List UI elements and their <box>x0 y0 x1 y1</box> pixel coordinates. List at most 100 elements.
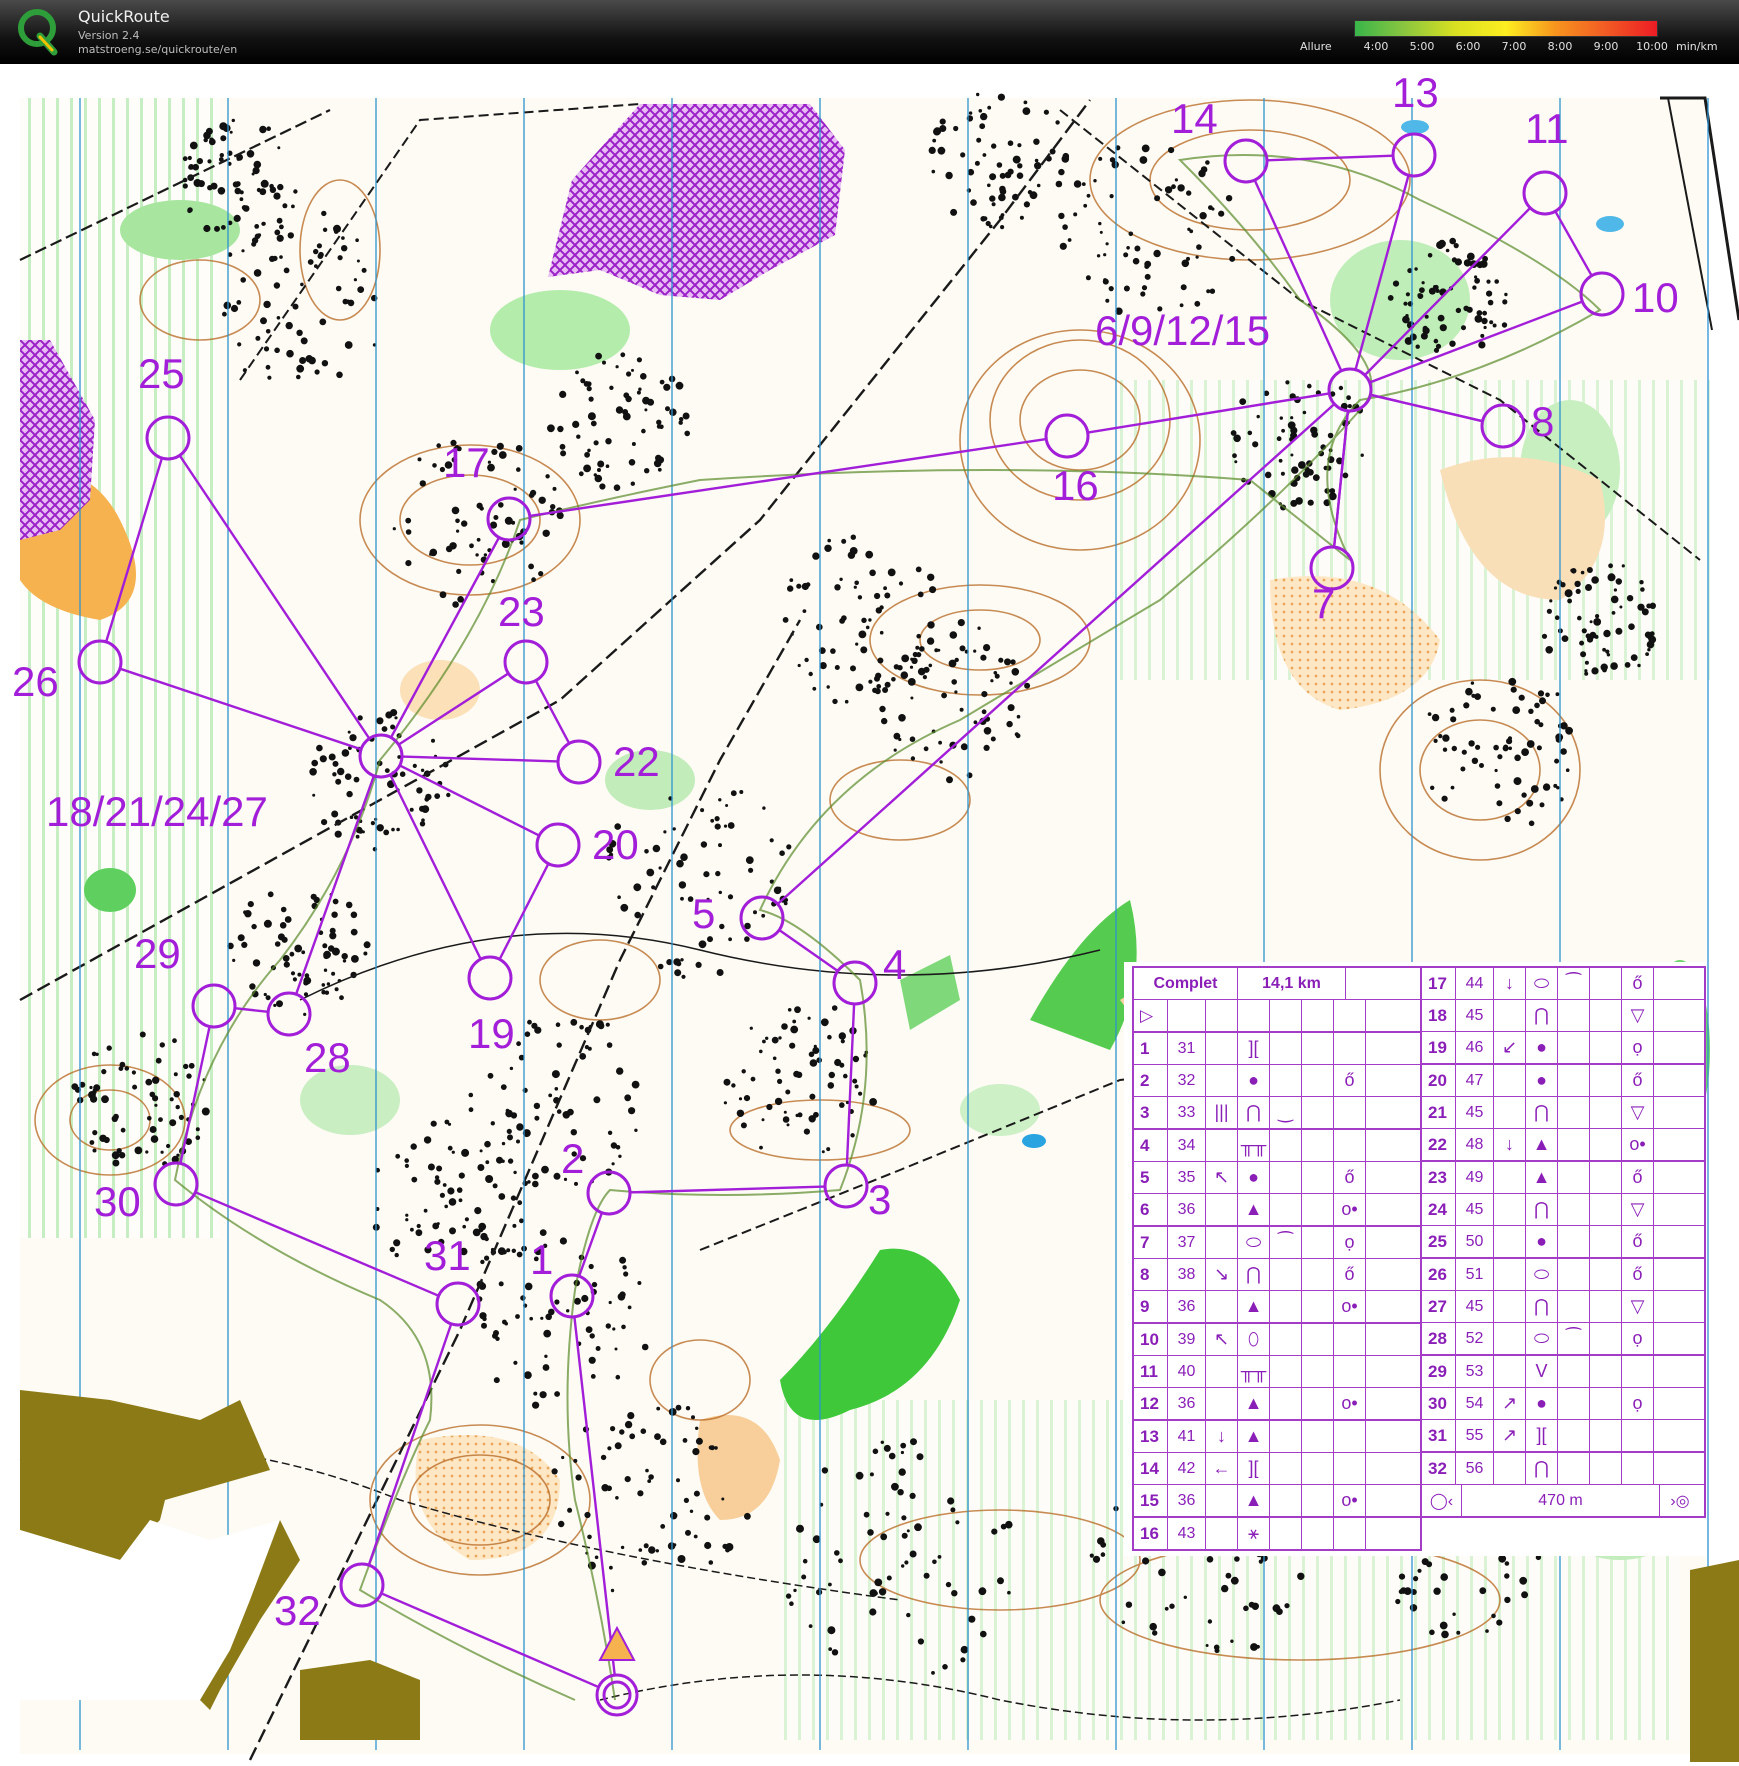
boulder-dot <box>498 1193 506 1200</box>
boulder-dot <box>1199 212 1207 220</box>
boulder-dot <box>479 1149 483 1153</box>
boulder-dot <box>1125 1601 1133 1608</box>
boulder-dot <box>579 1024 584 1030</box>
boulder-dot <box>361 267 367 273</box>
boulder-dot <box>1229 255 1236 262</box>
feature-symbol: ⋂ <box>1238 1259 1270 1290</box>
boulder-dot <box>660 1524 666 1529</box>
boulder-dot <box>159 1042 165 1048</box>
boulder-dot <box>714 816 720 822</box>
boulder-dot <box>1595 614 1600 619</box>
detail-symbol <box>1270 1518 1302 1549</box>
boulder-dot <box>285 321 293 330</box>
boulder-dot <box>155 1057 162 1064</box>
boulder-dot <box>1209 288 1216 294</box>
boulder-dot <box>816 1589 823 1596</box>
direction-symbol <box>1206 1227 1238 1258</box>
boulder-dot <box>1405 292 1410 297</box>
feature-symbol: ⋂ <box>1526 1453 1558 1484</box>
boulder-dot <box>101 1069 107 1075</box>
other-cell <box>1654 1000 1686 1031</box>
boulder-dot <box>92 1088 97 1093</box>
boulder-dot <box>1454 258 1462 266</box>
orienteering-map[interactable]: 1 2 3 4 5 6/9/12/15 7 8 10 11 13 14 16 17 18/21/24/27 1… <box>0 64 1739 1762</box>
boulder-dot <box>654 1433 661 1440</box>
boulder-dot <box>618 1154 622 1159</box>
control-code: 41 <box>1168 1421 1206 1452</box>
boulder-dot <box>834 1058 842 1067</box>
boulder-dot <box>1417 1568 1422 1573</box>
boulder-dot <box>665 406 670 412</box>
description-row: 22 48 ↓ ▲ o• <box>1422 1129 1704 1162</box>
boulder-dot <box>442 1183 447 1187</box>
boulder-dot <box>500 1084 507 1090</box>
boulder-dot <box>1466 306 1473 313</box>
boulder-dot <box>1429 1629 1435 1636</box>
boulder-dot <box>1034 162 1042 170</box>
control-sequence-number: 7 <box>1134 1227 1168 1258</box>
boulder-dot <box>919 646 925 652</box>
boulder-dot <box>124 1066 130 1071</box>
boulder-dot <box>594 1555 599 1560</box>
boulder-dot <box>1109 194 1114 199</box>
boulder-dot <box>331 911 338 918</box>
dimension-cell <box>1302 1162 1334 1193</box>
detail-symbol <box>1270 1324 1302 1355</box>
feature-symbol: ⬯ <box>1238 1324 1270 1355</box>
feature-symbol: ╥╥ <box>1238 1356 1270 1387</box>
boulder-dot <box>266 126 272 131</box>
boulder-dot <box>789 1601 794 1606</box>
control-sequence-number: 11 <box>1134 1356 1168 1387</box>
boulder-dot <box>297 972 302 977</box>
boulder-dot <box>1451 745 1458 752</box>
boulder-dot <box>520 1295 526 1301</box>
boulder-dot <box>484 1255 490 1261</box>
direction-symbol <box>1206 1485 1238 1516</box>
boulder-dot <box>778 1036 782 1040</box>
boulder-dot <box>1442 747 1448 752</box>
boulder-dot <box>700 841 708 848</box>
boulder-dot <box>506 1248 511 1253</box>
boulder-dot <box>1143 1558 1148 1563</box>
other-cell <box>1654 1388 1686 1419</box>
boulder-dot <box>394 1252 399 1258</box>
boulder-dot <box>771 1036 779 1044</box>
boulder-dot <box>831 1649 839 1656</box>
boulder-dot <box>897 665 903 671</box>
boulder-dot <box>681 974 686 979</box>
boulder-dot <box>415 1229 423 1237</box>
boulder-dot <box>468 1092 474 1098</box>
boulder-dot <box>1205 1644 1209 1647</box>
other-cell <box>1366 1097 1398 1128</box>
boulder-dot <box>605 464 610 469</box>
boulder-dot <box>221 225 226 230</box>
boulder-dot <box>273 282 281 289</box>
boulder-dot <box>101 1095 109 1104</box>
boulder-dot <box>1006 720 1013 728</box>
detail-symbol <box>1270 1291 1302 1322</box>
direction-symbol: ↓ <box>1494 1129 1526 1160</box>
boulder-dot <box>1105 298 1110 303</box>
boulder-dot <box>1607 573 1616 582</box>
boulder-dot <box>802 1558 808 1564</box>
boulder-dot <box>865 550 874 559</box>
boulder-dot <box>383 829 390 836</box>
boulder-dot <box>775 1068 781 1074</box>
boulder-dot <box>513 1170 517 1175</box>
boulder-dot <box>1536 745 1542 751</box>
boulder-dot <box>898 1468 906 1476</box>
dimension-cell <box>1302 1421 1334 1452</box>
boulder-dot <box>195 1135 201 1140</box>
boulder-dot <box>496 442 504 450</box>
boulder-dot <box>1291 466 1299 474</box>
boulder-dot <box>590 1374 596 1379</box>
boulder-dot <box>620 1545 625 1550</box>
detail-symbol <box>1558 1226 1590 1257</box>
boulder-dot <box>290 971 296 976</box>
boulder-dot <box>416 787 423 794</box>
location-symbol: o• <box>1334 1485 1366 1516</box>
boulder-dot <box>981 709 987 715</box>
boulder-dot <box>991 1528 998 1535</box>
boulder-dot <box>934 648 939 653</box>
boulder-dot <box>203 224 211 233</box>
